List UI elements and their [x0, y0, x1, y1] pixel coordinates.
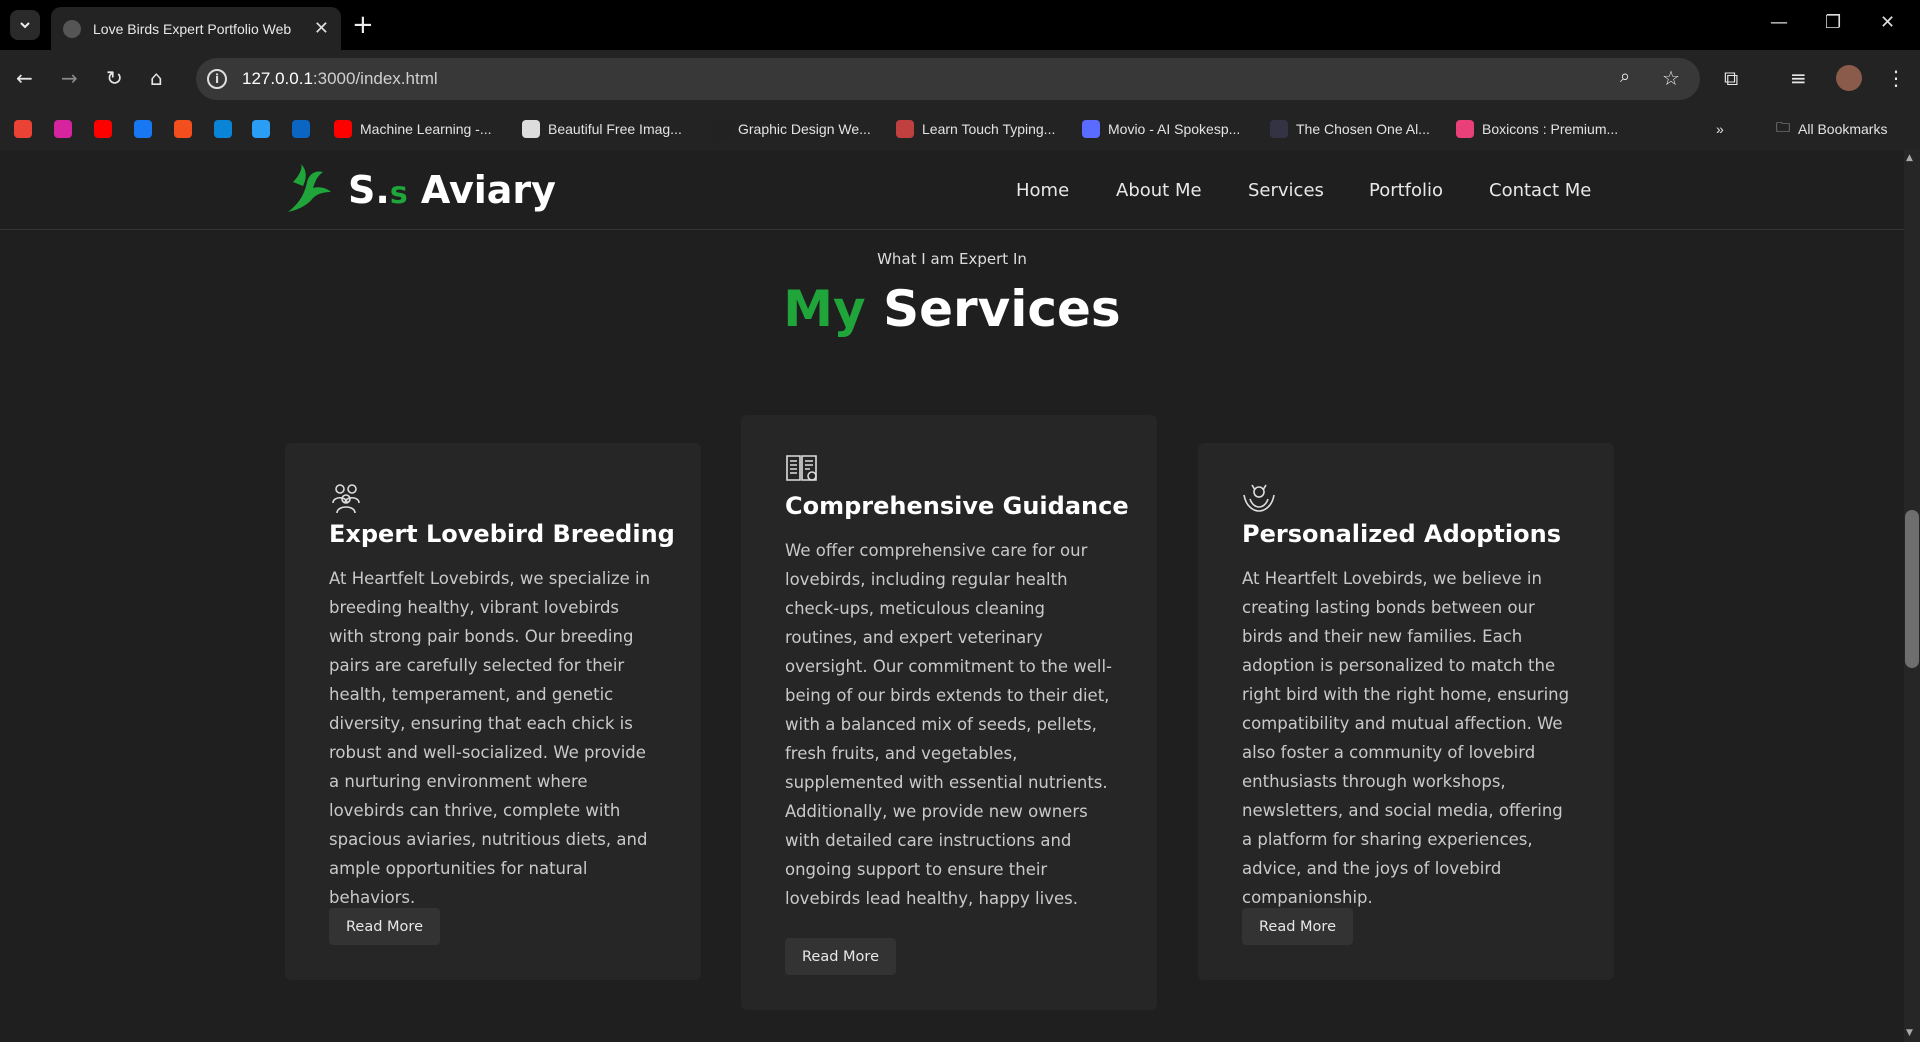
- bird-icon: [252, 120, 270, 138]
- read-more-button[interactable]: Read More: [329, 908, 440, 945]
- service-card-guidance: Comprehensive Guidance We offer comprehe…: [741, 415, 1157, 1010]
- more-bookmarks-icon[interactable]: »: [1716, 116, 1724, 142]
- service-card-adoptions: Personalized Adoptions At Heartfelt Love…: [1198, 443, 1614, 980]
- bookmark-item[interactable]: Boxicons : Premium...: [1456, 116, 1618, 142]
- boxicons-icon: [1456, 120, 1474, 138]
- unsplash-icon: [522, 120, 540, 138]
- site-info-icon[interactable]: i: [207, 69, 227, 89]
- card-description: At Heartfelt Lovebirds, we specialize in…: [329, 569, 651, 907]
- bookmark-item[interactable]: Machine Learning -...: [334, 116, 492, 142]
- scrollbar-thumb[interactable]: [1905, 510, 1919, 668]
- reload-icon[interactable]: ↻: [106, 66, 123, 90]
- bookmark-item[interactable]: [14, 116, 40, 142]
- bookmark-item[interactable]: Beautiful Free Imag...: [522, 116, 682, 142]
- facebook-icon: [134, 120, 152, 138]
- nav-portfolio[interactable]: Portfolio: [1369, 180, 1443, 201]
- bookmark-item[interactable]: [54, 116, 80, 142]
- media-control-icon[interactable]: ≡: [1790, 66, 1807, 90]
- service-card-breeding: Expert Lovebird Breeding At Heartfelt Lo…: [285, 443, 701, 980]
- scroll-down-icon[interactable]: ▼: [1906, 1028, 1913, 1038]
- bookmark-item[interactable]: [134, 116, 160, 142]
- back-icon[interactable]: ←: [16, 66, 33, 90]
- bookmark-label: Machine Learning -...: [360, 121, 492, 137]
- card-title: Comprehensive Guidance: [785, 492, 1129, 520]
- folder-icon: 🗀: [1776, 119, 1790, 135]
- section-subtitle: What I am Expert In: [877, 250, 1027, 268]
- tab-search-button[interactable]: [10, 10, 40, 40]
- youtube-icon: [94, 120, 112, 138]
- restore-icon[interactable]: ❐: [1825, 12, 1841, 33]
- url-text[interactable]: 127.0.0.1:3000/index.html: [242, 69, 438, 89]
- avatar[interactable]: [1836, 65, 1862, 91]
- forward-icon[interactable]: →: [61, 66, 78, 90]
- bookmark-item[interactable]: Graphic Design We...: [712, 116, 871, 142]
- bookmark-star-icon[interactable]: ☆: [1662, 66, 1680, 90]
- zoom-icon[interactable]: ⌕: [1620, 66, 1630, 87]
- card-description: At Heartfelt Lovebirds, we believe in cr…: [1242, 569, 1570, 907]
- card-description: We offer comprehensive care for our love…: [785, 541, 1113, 908]
- nav-home[interactable]: Home: [1016, 180, 1069, 201]
- figma-icon: [174, 120, 192, 138]
- bookmark-item[interactable]: [214, 116, 240, 142]
- bird-logo-icon: [288, 164, 331, 212]
- linkedin-icon: [292, 120, 310, 138]
- bookmark-item[interactable]: [94, 116, 120, 142]
- instagram-icon: [54, 120, 72, 138]
- close-tab-icon[interactable]: ✕: [314, 18, 329, 39]
- gmail-icon: [14, 120, 32, 138]
- active-tab[interactable]: Love Birds Expert Portfolio Web ✕: [51, 7, 341, 50]
- bookmark-label: Boxicons : Premium...: [1482, 121, 1619, 137]
- bookmark-item[interactable]: Movio - AI Spokesp...: [1082, 116, 1240, 142]
- nav-services[interactable]: Services: [1248, 180, 1324, 201]
- card-title: Expert Lovebird Breeding: [329, 520, 675, 548]
- movio-icon: [1082, 120, 1100, 138]
- bookmark-label: Learn Touch Typing...: [922, 121, 1056, 137]
- home-icon[interactable]: ⌂: [150, 66, 163, 90]
- chosen-icon: [1270, 120, 1288, 138]
- bookmark-item[interactable]: [252, 116, 278, 142]
- menu-icon[interactable]: ⋮: [1886, 66, 1906, 90]
- bookmark-label: Graphic Design We...: [738, 121, 871, 137]
- onedrive-icon: [214, 120, 232, 138]
- all-bookmarks-label: All Bookmarks: [1798, 121, 1888, 137]
- scroll-up-icon[interactable]: ▲: [1906, 153, 1913, 163]
- section-title: My Services: [783, 280, 1121, 338]
- site-logo-text[interactable]: S.s Aviary: [348, 168, 556, 212]
- read-more-button[interactable]: Read More: [785, 938, 896, 975]
- globe-icon: [63, 19, 81, 38]
- bookmark-item[interactable]: Learn Touch Typing...: [896, 116, 1055, 142]
- card-title: Personalized Adoptions: [1242, 520, 1561, 548]
- new-tab-button[interactable]: +: [352, 12, 374, 38]
- nav-about-me[interactable]: About Me: [1116, 180, 1202, 201]
- adoption-hands-icon: [1243, 484, 1275, 512]
- guide-book-icon: [786, 455, 817, 481]
- bookmark-item[interactable]: [174, 116, 200, 142]
- design-icon: [712, 120, 730, 138]
- site-header: S.s Aviary Home About Me Services Portfo…: [0, 150, 1904, 230]
- bookmark-label: Beautiful Free Imag...: [548, 121, 682, 137]
- bookmark-item[interactable]: The Chosen One Al...: [1270, 116, 1430, 142]
- extensions-icon[interactable]: ⧉: [1724, 66, 1738, 90]
- nav-contact-me[interactable]: Contact Me: [1489, 180, 1591, 201]
- breeding-pair-icon: [332, 484, 360, 514]
- read-more-button[interactable]: Read More: [1242, 908, 1353, 945]
- close-window-icon[interactable]: ✕: [1880, 12, 1895, 33]
- bookmark-item[interactable]: [292, 116, 318, 142]
- typing-icon: [896, 120, 914, 138]
- bookmark-label: Movio - AI Spokesp...: [1108, 121, 1241, 137]
- chevron-down-icon: [20, 22, 30, 29]
- web-page: S.s Aviary Home About Me Services Portfo…: [0, 150, 1904, 1042]
- minimize-icon[interactable]: —: [1770, 12, 1788, 33]
- all-bookmarks-button[interactable]: 🗀 All Bookmarks: [1776, 116, 1887, 142]
- bookmark-label: The Chosen One Al...: [1296, 121, 1430, 137]
- tab-title: Love Birds Expert Portfolio Web: [93, 20, 292, 37]
- youtube-icon: [334, 120, 352, 138]
